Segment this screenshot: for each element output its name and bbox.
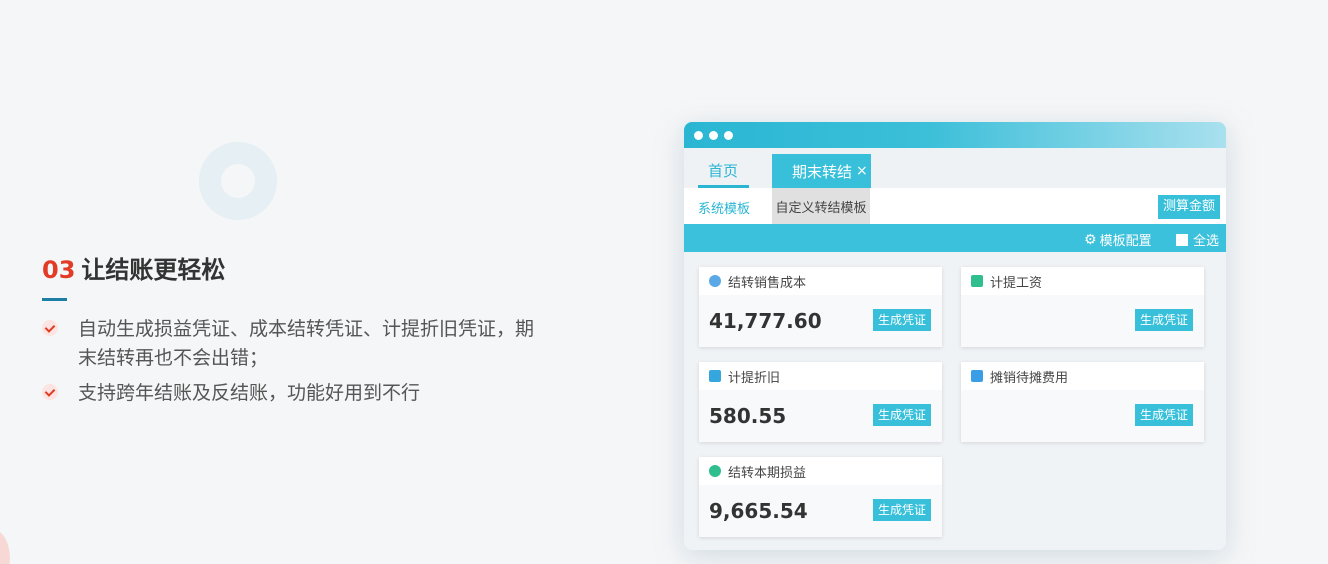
- template-config-button[interactable]: ⚙ 模板配置: [1084, 230, 1152, 250]
- window-dot-icon[interactable]: [694, 130, 703, 140]
- voucher-card: 摊销待摊费用 生成凭证: [961, 362, 1204, 442]
- gear-icon: ⚙: [1084, 231, 1097, 248]
- generate-voucher-button[interactable]: 生成凭证: [1134, 404, 1193, 426]
- decorative-corner-shape: [0, 528, 10, 564]
- app-window: 首页 期末转结 × 系统模板 自定义转结模板 测算金额 ⚙ 模板配置 全选 结转…: [684, 122, 1226, 550]
- card-title: 结转本期损益: [728, 465, 807, 481]
- voucher-card: 结转销售成本 41,777.60 生成凭证: [699, 267, 942, 347]
- card-header: 摊销待摊费用: [961, 362, 1204, 390]
- voucher-card: 计提工资 生成凭证: [961, 267, 1204, 347]
- select-all-label: 全选: [1193, 234, 1220, 249]
- generate-voucher-button[interactable]: 生成凭证: [1134, 309, 1193, 331]
- bullet-text: 自动生成损益凭证、成本结转凭证、计提折旧凭证，期末结转再也不会出错；: [78, 318, 535, 369]
- generate-voucher-button[interactable]: 生成凭证: [872, 499, 931, 521]
- bullet-text: 支持跨年结账及反结账，功能好用到不行: [78, 382, 421, 404]
- card-amount: 580.55: [709, 404, 787, 428]
- feature-number: 03: [42, 256, 76, 284]
- subtab-bar: 系统模板 自定义转结模板 测算金额: [684, 188, 1226, 224]
- document-icon: [709, 370, 721, 382]
- card-header: 计提折旧: [699, 362, 942, 390]
- card-header: 结转本期损益: [699, 457, 942, 485]
- window-dot-icon[interactable]: [724, 130, 733, 140]
- card-title: 计提工资: [990, 275, 1043, 291]
- tab-label: 期末转结: [792, 162, 853, 181]
- voucher-card: 结转本期损益 9,665.54 生成凭证: [699, 457, 942, 537]
- template-config-label: 模板配置: [1099, 234, 1152, 249]
- select-all-checkbox[interactable]: [1176, 233, 1188, 246]
- feature-title: 03 让结账更轻松: [42, 250, 562, 285]
- feature-bullet: 支持跨年结账及反结账，功能好用到不行: [42, 379, 562, 408]
- tab-bar: 首页 期末转结 ×: [684, 148, 1226, 188]
- decorative-ring: [199, 142, 277, 220]
- measure-amount-button[interactable]: 测算金额: [1157, 195, 1220, 219]
- money-bag-icon: [709, 465, 721, 477]
- subtab-custom-templates[interactable]: 自定义转结模板: [772, 188, 870, 224]
- title-underline: [42, 298, 67, 301]
- toolbar: ⚙ 模板配置 全选: [684, 224, 1226, 252]
- grid-icon: [971, 370, 983, 382]
- check-icon: [42, 320, 58, 336]
- tab-period-end-transfer[interactable]: 期末转结 ×: [772, 154, 871, 188]
- card-title: 计提折旧: [728, 370, 781, 386]
- select-all-control[interactable]: 全选: [1176, 230, 1219, 249]
- card-header: 结转销售成本: [699, 267, 942, 295]
- feature-section: 03 让结账更轻松 自动生成损益凭证、成本结转凭证、计提折旧凭证，期末结转再也不会…: [42, 250, 562, 414]
- feature-title-text: 让结账更轻松: [81, 256, 226, 284]
- card-header: 计提工资: [961, 267, 1204, 295]
- card-amount: 41,777.60: [709, 309, 822, 333]
- close-icon[interactable]: ×: [856, 163, 868, 179]
- generate-voucher-button[interactable]: 生成凭证: [872, 404, 931, 426]
- coin-icon: [709, 275, 721, 287]
- subtab-system-templates[interactable]: 系统模板: [698, 198, 750, 217]
- voucher-card: 计提折旧 580.55 生成凭证: [699, 362, 942, 442]
- window-dot-icon[interactable]: [709, 130, 718, 140]
- document-icon: [971, 275, 983, 287]
- check-icon: [42, 384, 58, 400]
- card-title: 摊销待摊费用: [990, 370, 1069, 386]
- window-titlebar: [684, 122, 1226, 148]
- card-title: 结转销售成本: [728, 275, 807, 291]
- feature-bullet: 自动生成损益凭证、成本结转凭证、计提折旧凭证，期末结转再也不会出错；: [42, 315, 562, 373]
- card-amount: 9,665.54: [709, 499, 808, 523]
- tab-home[interactable]: 首页: [708, 160, 738, 181]
- generate-voucher-button[interactable]: 生成凭证: [872, 309, 931, 331]
- feature-bullet-list: 自动生成损益凭证、成本结转凭证、计提折旧凭证，期末结转再也不会出错； 支持跨年结…: [42, 315, 562, 408]
